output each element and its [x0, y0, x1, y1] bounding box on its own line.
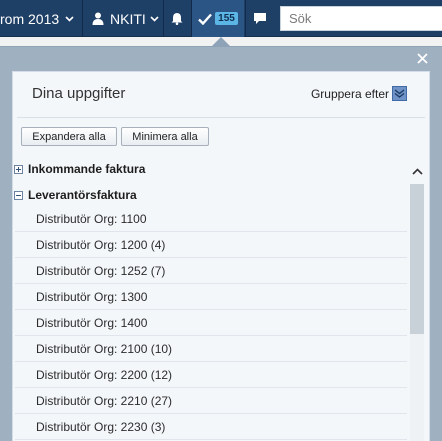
- chevron-down-icon: [150, 15, 159, 22]
- list-item[interactable]: Distributör Org: 1252 (7): [15, 258, 407, 284]
- tasks-count-badge: 155: [215, 12, 238, 25]
- scrollbar-thumb[interactable]: [410, 184, 424, 334]
- group-by-dropdown[interactable]: Gruppera efter: [311, 86, 407, 101]
- tree-group-label: Inkommande faktura: [28, 162, 146, 176]
- tree-group-label: Leverantörsfaktura: [28, 188, 137, 202]
- collapse-toggle-icon[interactable]: [14, 190, 23, 200]
- expand-toggle-icon[interactable]: [14, 164, 23, 174]
- messages-button[interactable]: [246, 0, 274, 37]
- list-item[interactable]: Distributör Org: 2210 (27): [15, 388, 407, 414]
- list-item[interactable]: Distributör Org: 2200 (12): [15, 362, 407, 388]
- panel-pointer: [212, 37, 230, 46]
- list-item[interactable]: Distributör Org: 1200 (4): [15, 232, 407, 258]
- divider: [82, 0, 83, 37]
- user-name: NKITI: [110, 10, 146, 27]
- list-item[interactable]: Distributör Org: 1400: [15, 310, 407, 336]
- tasks-panel: Dina uppgifter Gruppera efter Expandera …: [0, 46, 442, 441]
- list-item[interactable]: Distributör Org: 2230 (3): [15, 414, 407, 440]
- expand-all-button[interactable]: Expandera alla: [21, 127, 117, 146]
- bell-icon: [171, 12, 183, 25]
- group-by-label: Gruppera efter: [310, 86, 389, 101]
- dropdown-arrow-icon[interactable]: [392, 86, 407, 101]
- checkmark-icon: [198, 13, 213, 25]
- task-tree: Inkommande faktura Leverantörsfaktura Di…: [13, 158, 409, 441]
- notifications-button[interactable]: [164, 0, 190, 37]
- user-menu[interactable]: NKITI: [84, 0, 162, 37]
- chat-icon: [253, 12, 267, 25]
- search-input[interactable]: Sök: [280, 6, 442, 31]
- environment-menu[interactable]: rom 2013: [0, 0, 80, 37]
- tree-group-leverantorsfaktura[interactable]: Leverantörsfaktura: [13, 184, 137, 206]
- close-icon[interactable]: [417, 53, 428, 66]
- list-item[interactable]: Distributör Org: 1300: [15, 284, 407, 310]
- scroll-up-icon[interactable]: [410, 164, 424, 178]
- collapse-all-button[interactable]: Minimera alla: [121, 127, 209, 146]
- list-item[interactable]: Distributör Org: 2100 (10): [15, 336, 407, 362]
- tasks-button[interactable]: 155: [192, 0, 244, 37]
- user-icon: [92, 12, 104, 25]
- chevron-down-icon: [65, 15, 74, 22]
- environment-label: rom 2013: [0, 10, 60, 27]
- tasks-panel-body: Dina uppgifter Gruppera efter Expandera …: [12, 71, 430, 441]
- divider: [17, 117, 425, 118]
- tree-group-inkommande-faktura[interactable]: Inkommande faktura: [13, 158, 145, 180]
- top-nav-bar: rom 2013 NKITI 155 Sök: [0, 0, 442, 37]
- panel-title: Dina uppgifter: [32, 85, 126, 102]
- list-item[interactable]: Distributör Org: 1100: [15, 206, 407, 232]
